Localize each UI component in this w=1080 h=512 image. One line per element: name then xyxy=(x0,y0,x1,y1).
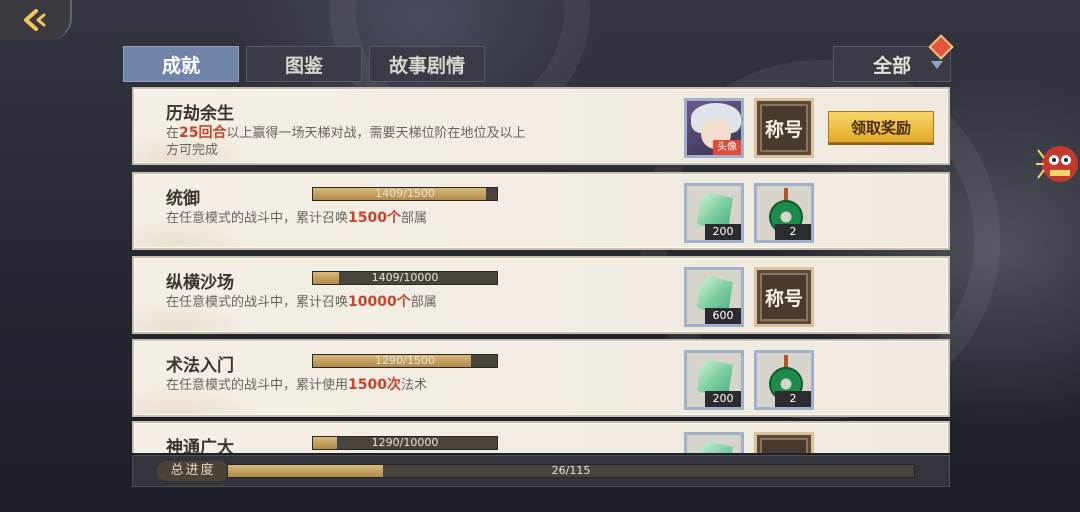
achievement-row: 神通广大 1290/10000 称号 xyxy=(132,421,950,453)
mascot-icon[interactable] xyxy=(1030,140,1080,188)
progress-bar: 1290/1500 xyxy=(312,354,498,368)
back-arrow-icon xyxy=(24,9,46,31)
achievement-desc: 在任意模式的战斗中，累计召唤10000个部属 xyxy=(166,294,437,310)
reward-jade[interactable]: 2 xyxy=(754,350,814,410)
tab-codex[interactable]: 图鉴 xyxy=(246,46,362,82)
achievement-row: 统御 1409/1500 在任意模式的战斗中，累计召唤1500个部属 200 2 xyxy=(132,172,950,250)
reward-title[interactable]: 称号 xyxy=(754,432,814,453)
achievement-name: 统御 xyxy=(166,189,200,209)
gem-icon xyxy=(697,441,733,453)
reward-count: 2 xyxy=(775,224,811,240)
reward-gem[interactable]: 600 xyxy=(684,267,744,327)
progress-bar: 1409/10000 xyxy=(312,271,498,285)
achievement-name: 纵横沙场 xyxy=(166,273,234,293)
tab-achievements[interactable]: 成就 xyxy=(123,46,239,82)
reward-gem[interactable]: 200 xyxy=(684,350,744,410)
title-label: 称号 xyxy=(760,273,808,321)
tab-bar: 成就 图鉴 故事剧情 xyxy=(123,46,485,82)
progress-text: 1409/1500 xyxy=(375,187,435,200)
total-progress-panel: 总进度 26/115 xyxy=(132,455,950,487)
reward-gem[interactable] xyxy=(684,432,744,453)
tab-story[interactable]: 故事剧情 xyxy=(369,46,485,82)
claim-reward-button[interactable]: 领取奖励 xyxy=(828,111,934,143)
reward-count: 200 xyxy=(705,391,741,407)
achievement-desc: 在25回合以上赢得一场天梯对战，需要天梯位阶在地位及以上方可完成 xyxy=(166,125,526,158)
achievement-row: 纵横沙场 1409/10000 在任意模式的战斗中，累计召唤10000个部属 6… xyxy=(132,256,950,334)
back-button[interactable] xyxy=(0,0,72,40)
achievement-name: 历劫余生 xyxy=(166,104,234,124)
progress-text: 1290/1500 xyxy=(375,354,435,367)
progress-text: 1290/10000 xyxy=(371,436,439,449)
achievement-desc: 在任意模式的战斗中，累计召唤1500个部属 xyxy=(166,210,427,226)
filter-dropdown[interactable]: 全部 xyxy=(833,34,954,82)
progress-text: 1409/10000 xyxy=(371,271,439,284)
total-progress-text: 26/115 xyxy=(551,464,591,477)
title-label: 称号 xyxy=(760,104,808,152)
progress-bar: 1409/1500 xyxy=(312,187,498,201)
filter-label: 全部 xyxy=(872,54,911,77)
reward-tag: 头像 xyxy=(713,140,741,155)
reward-title[interactable]: 称号 xyxy=(754,267,814,327)
reward-avatar[interactable]: 头像 xyxy=(684,98,744,158)
reward-count: 600 xyxy=(705,308,741,324)
total-progress-label: 总进度 xyxy=(157,461,229,481)
total-progress-bar: 26/115 xyxy=(227,464,915,478)
reward-count: 200 xyxy=(705,224,741,240)
reward-jade[interactable]: 2 xyxy=(754,183,814,243)
chevron-down-icon xyxy=(931,61,943,69)
title-label: 称号 xyxy=(760,438,808,453)
reward-gem[interactable]: 200 xyxy=(684,183,744,243)
achievement-row: 历劫余生 在25回合以上赢得一场天梯对战，需要天梯位阶在地位及以上方可完成 头像… xyxy=(132,87,950,165)
reward-count: 2 xyxy=(775,391,811,407)
achievement-list[interactable]: 历劫余生 在25回合以上赢得一场天梯对战，需要天梯位阶在地位及以上方可完成 头像… xyxy=(132,87,950,453)
reward-title[interactable]: 称号 xyxy=(754,98,814,158)
achievement-row: 术法入门 1290/1500 在任意模式的战斗中，累计使用1500次法术 200… xyxy=(132,339,950,417)
achievement-desc: 在任意模式的战斗中，累计使用1500次法术 xyxy=(166,377,427,393)
progress-bar: 1290/10000 xyxy=(312,436,498,450)
achievement-name: 术法入门 xyxy=(166,356,234,376)
achievement-name: 神通广大 xyxy=(166,438,234,453)
